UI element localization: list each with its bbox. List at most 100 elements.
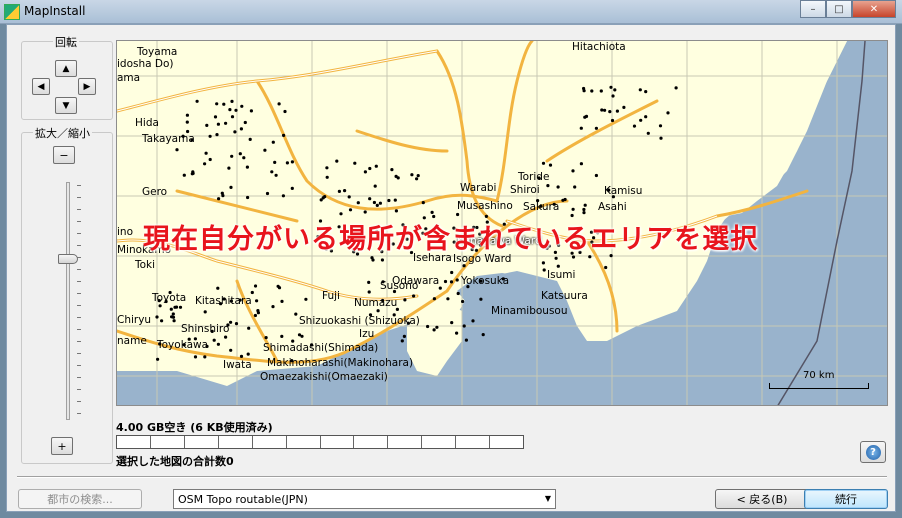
city-search-button[interactable]: 都市の検索... — [18, 489, 142, 509]
storage-segment — [185, 436, 219, 448]
map-poi-dot — [541, 261, 545, 265]
storage-segment — [321, 436, 355, 448]
map-poi-dot — [396, 176, 400, 180]
back-button[interactable]: < 戻る(B) — [715, 489, 809, 509]
storage-segment — [117, 436, 151, 448]
map-poi-dot — [402, 334, 406, 338]
zoom-slider-track[interactable] — [66, 182, 70, 420]
map-poi-dot — [273, 160, 277, 164]
map-poi-dot — [646, 131, 650, 135]
map-label: Hitachiota — [572, 41, 626, 53]
rotate-up-button[interactable]: ▲ — [55, 60, 77, 77]
zoom-slider-thumb[interactable] — [58, 254, 78, 264]
map-label: Toyama — [137, 46, 178, 58]
minimize-button[interactable]: – — [800, 0, 826, 18]
map-label: Makinoharashi(Makinohara) — [267, 357, 414, 369]
map-poi-dot — [203, 355, 207, 359]
next-button[interactable]: 続行 — [804, 489, 888, 509]
map-poi-dot — [281, 194, 285, 198]
map-poi-dot — [556, 264, 560, 268]
help-icon: ? — [865, 444, 881, 460]
map-poi-dot — [450, 270, 454, 275]
map-poi-dot — [373, 184, 377, 188]
map-poi-dot — [246, 352, 250, 356]
map-poi-dot — [573, 185, 577, 189]
map-poi-dot — [348, 208, 353, 212]
zoom-in-button[interactable]: + — [51, 437, 73, 455]
map-poi-dot — [403, 298, 407, 302]
map-label: Isumi — [547, 269, 576, 281]
map-label: Toyokawa — [157, 339, 209, 351]
slider-tick — [77, 281, 81, 282]
map-poi-dot — [246, 195, 250, 200]
map-poi-dot — [205, 123, 209, 127]
map-poi-dot — [185, 120, 189, 124]
map-poi-dot — [579, 162, 583, 166]
map-poi-dot — [270, 170, 274, 174]
map-label: Hida — [135, 117, 159, 129]
slider-tick — [77, 185, 81, 186]
map-label: Warabi — [460, 182, 497, 194]
map-poi-dot — [556, 185, 560, 189]
map-poi-dot — [412, 294, 416, 298]
map-poi-dot — [387, 198, 391, 203]
map-label: Toyota — [152, 292, 187, 304]
map-poi-dot — [160, 319, 164, 323]
close-button[interactable]: ✕ — [852, 0, 896, 18]
map-poi-dot — [285, 161, 289, 165]
arrow-left-icon: ◀ — [37, 81, 45, 92]
map-poi-dot — [416, 174, 420, 178]
rotate-down-button[interactable]: ▼ — [55, 97, 77, 114]
map-poi-dot — [608, 110, 612, 114]
map-poi-dot — [421, 201, 425, 205]
map-poi-dot — [375, 203, 379, 207]
map-label: Shizuokashi (Shizuoka) — [299, 315, 420, 327]
map-poi-dot — [368, 166, 372, 171]
map-poi-dot — [571, 207, 575, 211]
zoom-out-button[interactable]: − — [53, 146, 75, 164]
map-poi-dot — [171, 312, 175, 316]
map-poi-dot — [356, 201, 360, 205]
scale-label: 70 km — [803, 370, 835, 381]
window-controls: – □ ✕ — [800, 0, 896, 18]
map-poi-dot — [426, 324, 430, 329]
map-select[interactable]: OSM Topo routable(JPN) ▼ — [173, 489, 556, 509]
map-poi-dot — [644, 115, 648, 119]
slider-tick — [77, 269, 81, 270]
storage-segment — [219, 436, 253, 448]
map-view[interactable]: Toyama idosha Do) ama Hida Takayama Gero… — [116, 40, 888, 406]
instruction-overlay: 現在自分がいる場所が含まれているエリアを選択 — [143, 224, 759, 255]
help-button[interactable]: ? — [860, 441, 886, 463]
map-label: Chiryu — [117, 314, 152, 326]
map-poi-dot — [339, 212, 343, 216]
slider-tick — [77, 413, 81, 414]
chevron-down-icon: ▼ — [544, 494, 551, 503]
free-space-label: 4.00 GB空き (6 KB使用済み) — [116, 421, 273, 434]
rotate-right-button[interactable]: ▶ — [78, 78, 96, 95]
slider-tick — [77, 401, 81, 402]
map-poi-dot — [390, 168, 394, 172]
maximize-button[interactable]: □ — [826, 0, 852, 18]
map-poi-dot — [615, 109, 619, 113]
map-poi-dot — [193, 355, 198, 359]
map-label: ama — [117, 72, 141, 84]
map-poi-dot — [658, 124, 663, 128]
map-poi-dot — [245, 165, 249, 169]
storage-segment — [422, 436, 457, 448]
storage-segment — [354, 436, 389, 448]
slider-tick — [77, 377, 81, 378]
map-label: Katsuura — [541, 290, 588, 302]
map-label: Omaezakishi(Omaezaki) — [260, 371, 388, 383]
map-poi-dot — [435, 325, 439, 329]
map-poi-dot — [590, 89, 594, 93]
map-poi-dot — [239, 354, 244, 358]
map-poi-dot — [666, 111, 670, 115]
rotate-left-button[interactable]: ◀ — [32, 78, 50, 95]
map-poi-dot — [594, 126, 598, 130]
map-poi-dot — [263, 148, 267, 152]
map-poi-dot — [277, 286, 282, 290]
map-label: Minamibousou — [491, 305, 568, 317]
map-poi-dot — [432, 328, 436, 332]
map-label: ino — [117, 226, 133, 238]
map-poi-dot — [363, 170, 367, 174]
